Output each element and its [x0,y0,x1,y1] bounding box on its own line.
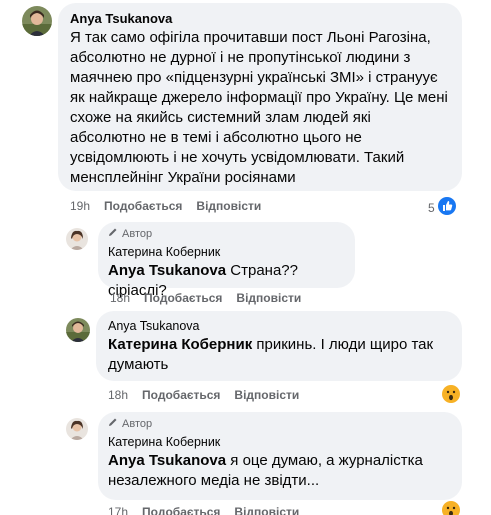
comment-time[interactable]: 18h [110,291,130,305]
badge-label: Автор [122,227,153,240]
reply-button[interactable]: Відповісти [234,388,299,402]
comment-text: Anya Tsukanova я оце думаю, а журналістк… [108,451,452,491]
mention-link[interactable]: Anya Tsukanova [108,452,226,469]
like-button[interactable]: Подобається [142,388,220,402]
comment-author[interactable]: Катерина Коберник [108,435,452,449]
wow-reaction-icon [442,385,460,406]
comment-author[interactable]: Anya Tsukanova [108,319,450,333]
comment-time[interactable]: 17h [108,505,128,515]
wow-reaction-icon [442,501,460,515]
comment-actions: 19h Подобається Відповісти [70,199,261,213]
avatar[interactable] [66,228,88,250]
comment-author[interactable]: Катерина Коберник [108,245,345,259]
comment-actions: 18h Подобається Відповісти [110,291,301,305]
author-badge: Автор [108,227,345,240]
pen-icon [108,227,118,240]
reply-button[interactable]: Відповісти [236,291,301,305]
like-button[interactable]: Подобається [104,199,182,213]
comment-actions: 18h Подобається Відповісти [108,388,299,402]
author-badge: Автор [108,417,452,430]
avatar-kateryna-image [66,228,88,250]
comment-time[interactable]: 19h [70,199,90,213]
reaction-count[interactable] [442,385,460,406]
like-button[interactable]: Подобається [144,291,222,305]
comment-bubble: Anya Tsukanova Катерина Коберник прикинь… [96,311,462,381]
avatar-anya-image [22,6,52,36]
reply-button[interactable]: Відповісти [234,505,299,515]
mention-link[interactable]: Катерина Коберник [108,336,252,353]
like-button[interactable]: Подобається [142,505,220,515]
comment-bubble: Anya Tsukanova Я так само офігіла прочит… [58,3,462,191]
avatar-kateryna-image [66,418,88,440]
comment-bubble: Автор Катерина Коберник Anya Tsukanova я… [98,412,462,500]
like-reaction-icon [437,197,456,218]
comment-text: Катерина Коберник прикинь. І люди щиро т… [108,335,450,375]
badge-label: Автор [122,417,153,430]
comment-author[interactable]: Anya Tsukanova [70,11,450,26]
avatar[interactable] [66,418,88,440]
avatar[interactable] [66,318,90,342]
reaction-number: 5 [428,200,435,215]
comment-actions: 17h Подобається Відповісти [108,505,299,515]
avatar-anya-image [66,318,90,342]
mention-link[interactable]: Anya Tsukanova [108,262,226,279]
reply-button[interactable]: Відповісти [196,199,261,213]
comment-time[interactable]: 18h [108,388,128,402]
comment-bubble: Автор Катерина Коберник Anya Tsukanova С… [98,222,355,299]
reaction-count[interactable]: 5 [428,197,456,218]
pen-icon [108,417,118,430]
comment-text: Я так само офігіла прочитавши пост Льоні… [70,29,448,186]
reaction-count[interactable] [442,501,460,515]
avatar[interactable] [22,6,52,36]
